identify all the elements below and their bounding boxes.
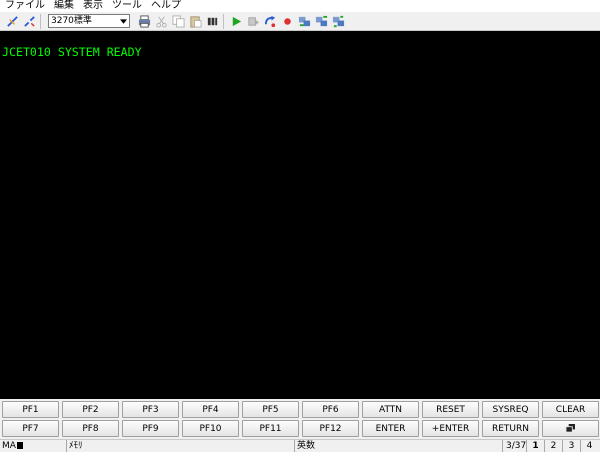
cut-icon[interactable] — [153, 13, 169, 29]
toolbar-separator — [223, 13, 224, 29]
cursor-block-icon — [16, 442, 23, 449]
pf5-key[interactable]: PF5 — [242, 401, 299, 418]
plus-enter-key[interactable]: +ENTER — [422, 420, 479, 437]
macro-icon[interactable] — [204, 13, 220, 29]
status-bar: MA ﾒﾓﾘ 英数 3/37 1 2 3 4 — [0, 439, 600, 452]
keypad-row-1: PF1 PF2 PF3 PF4 PF5 PF6 ATTN RESET SYSRE… — [2, 401, 600, 418]
print-icon[interactable] — [136, 13, 152, 29]
status-mode: MA — [0, 440, 66, 452]
toolbar-separator — [40, 13, 41, 29]
session-tab-1[interactable]: 1 — [526, 440, 544, 452]
toolbar: 3270標準 — [0, 12, 600, 31]
session-tab-2[interactable]: 2 — [544, 440, 562, 452]
windows-icon — [565, 424, 575, 433]
pf7-key[interactable]: PF7 — [2, 420, 59, 437]
enter-key[interactable]: ENTER — [362, 420, 419, 437]
pf2-key[interactable]: PF2 — [62, 401, 119, 418]
status-mode-label: MA — [2, 441, 16, 451]
cursor-position: 3/37 — [502, 440, 526, 452]
pf9-key[interactable]: PF9 — [122, 420, 179, 437]
profile-select-value: 3270標準 — [51, 16, 92, 26]
profile-select[interactable]: 3270標準 — [48, 14, 130, 28]
window-toggle-button[interactable] — [542, 420, 599, 437]
record-icon[interactable] — [279, 13, 295, 29]
keypad-row-2: PF7 PF8 PF9 PF10 PF11 PF12 ENTER +ENTER … — [2, 420, 600, 437]
sysreq-key[interactable]: SYSREQ — [482, 401, 539, 418]
terminal-line: JCET010 SYSTEM READY — [2, 45, 142, 59]
menu-tools[interactable]: ツール — [107, 0, 146, 12]
function-keypad: PF1 PF2 PF3 PF4 PF5 PF6 ATTN RESET SYSRE… — [0, 399, 600, 438]
menu-file[interactable]: ファイル — [0, 0, 49, 12]
pf1-key[interactable]: PF1 — [2, 401, 59, 418]
menu-view[interactable]: 表示 — [78, 0, 107, 12]
step-icon[interactable] — [245, 13, 261, 29]
connect-icon[interactable] — [4, 13, 20, 29]
status-input-mode: 英数 — [294, 440, 502, 452]
terminal-screen[interactable]: JCET010 SYSTEM READY — [0, 31, 600, 399]
record-loop-icon[interactable] — [262, 13, 278, 29]
disconnect-icon[interactable] — [21, 13, 37, 29]
attn-key[interactable]: ATTN — [362, 401, 419, 418]
pf3-key[interactable]: PF3 — [122, 401, 179, 418]
clear-key[interactable]: CLEAR — [542, 401, 599, 418]
pf11-key[interactable]: PF11 — [242, 420, 299, 437]
pf8-key[interactable]: PF8 — [62, 420, 119, 437]
pf10-key[interactable]: PF10 — [182, 420, 239, 437]
play-icon[interactable] — [228, 13, 244, 29]
pf4-key[interactable]: PF4 — [182, 401, 239, 418]
pf6-key[interactable]: PF6 — [302, 401, 359, 418]
copy-icon[interactable] — [170, 13, 186, 29]
return-key[interactable]: RETURN — [482, 420, 539, 437]
transfer-multi-icon[interactable] — [330, 13, 346, 29]
transfer-send-icon[interactable] — [296, 13, 312, 29]
reset-key[interactable]: RESET — [422, 401, 479, 418]
menu-help[interactable]: ヘルプ — [146, 0, 185, 12]
session-tab-4[interactable]: 4 — [580, 440, 598, 452]
menu-bar: ファイル 編集 表示 ツール ヘルプ — [0, 0, 600, 12]
session-tab-3[interactable]: 3 — [562, 440, 580, 452]
status-field2: ﾒﾓﾘ — [66, 440, 294, 452]
menu-edit[interactable]: 編集 — [49, 0, 78, 12]
chevron-down-icon — [118, 15, 128, 27]
paste-icon[interactable] — [187, 13, 203, 29]
pf12-key[interactable]: PF12 — [302, 420, 359, 437]
transfer-receive-icon[interactable] — [313, 13, 329, 29]
